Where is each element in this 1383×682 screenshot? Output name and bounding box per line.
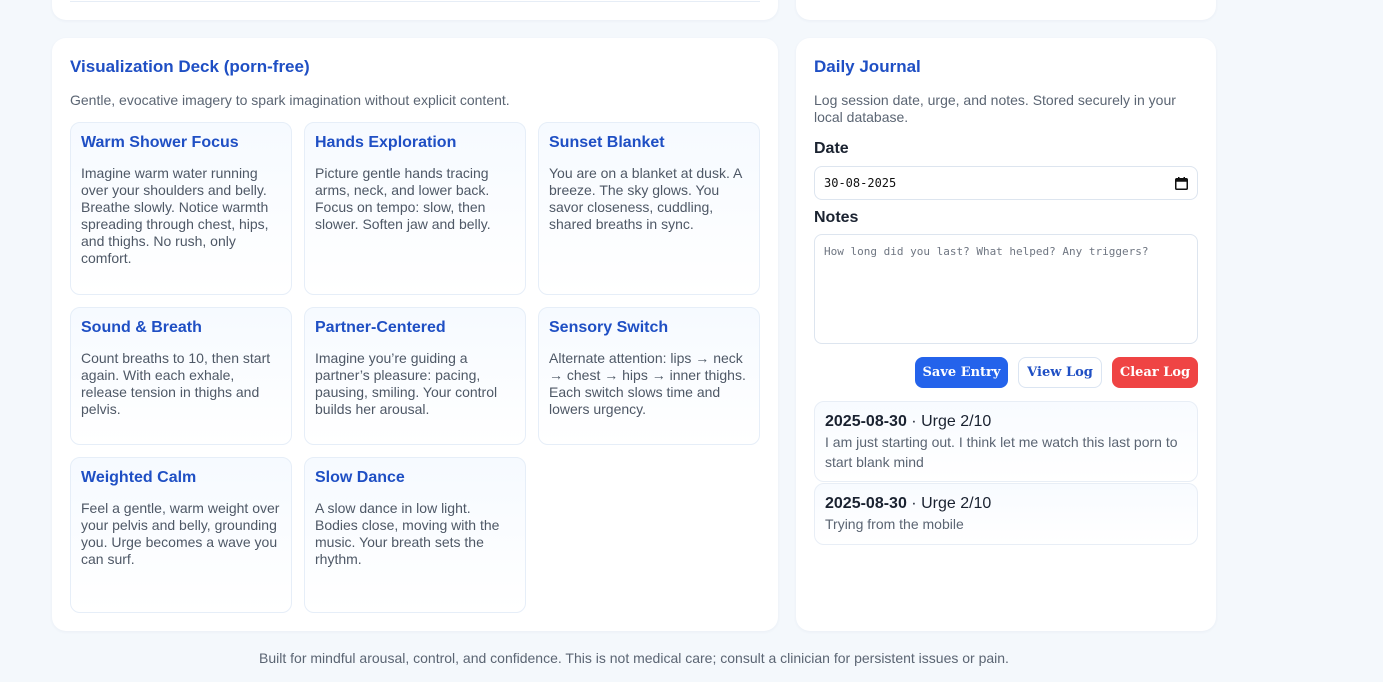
viz-card-title: Partner-Centered xyxy=(315,319,446,336)
viz-card-sensory-switch[interactable]: Sensory Switch Alternate attention: lips… xyxy=(538,307,760,445)
viz-card-text: Imagine you’re guiding a partner’s pleas… xyxy=(315,350,498,417)
footer-disclaimer: Built for mindful arousal, control, and … xyxy=(259,650,1009,666)
visualization-description: Gentle, evocative imagery to spark imagi… xyxy=(70,92,510,108)
entry-date: 2025-08-30 xyxy=(825,413,907,430)
date-value: 30-08-2025 xyxy=(824,176,897,190)
viz-card-text: Count breaths to 10, then start again. W… xyxy=(81,350,271,417)
date-label: Date xyxy=(814,140,849,157)
viz-card-slow-dance[interactable]: Slow Dance A slow dance in low light. Bo… xyxy=(304,457,526,613)
journal-description: Log session date, urge, and notes. Store… xyxy=(814,92,1176,125)
viz-card-hands-exploration[interactable]: Hands Exploration Picture gentle hands t… xyxy=(304,122,526,295)
viz-card-sunset-blanket[interactable]: Sunset Blanket You are on a blanket at d… xyxy=(538,122,760,295)
save-entry-button[interactable]: Save Entry xyxy=(915,357,1008,388)
entry-urge: · Urge 2/10 xyxy=(906,413,992,430)
journal-entry: 2025-08-30 · Urge 2/10 Trying from the m… xyxy=(814,483,1198,545)
viz-card-text: Imagine warm water running over your sho… xyxy=(81,165,269,266)
viz-card-title: Slow Dance xyxy=(315,469,405,486)
notes-textarea[interactable] xyxy=(814,234,1198,344)
entry-urge: · Urge 2/10 xyxy=(906,495,992,512)
viz-card-text: Picture gentle hands tracing arms, neck,… xyxy=(315,165,491,232)
entry-note: I am just starting out. I think let me w… xyxy=(825,434,1178,470)
journal-entry: 2025-08-30 · Urge 2/10 I am just startin… xyxy=(814,401,1198,482)
viz-card-text: You are on a blanket at dusk. A breeze. … xyxy=(549,165,742,232)
previous-panel-left xyxy=(52,0,778,20)
viz-card-text: Feel a gentle, warm weight over your pel… xyxy=(81,500,280,567)
viz-card-partner-centered[interactable]: Partner-Centered Imagine you’re guiding … xyxy=(304,307,526,445)
clear-log-button[interactable]: Clear Log xyxy=(1112,357,1198,388)
viz-card-title: Sensory Switch xyxy=(549,319,669,336)
viz-card-title: Sound & Breath xyxy=(81,319,202,336)
divider xyxy=(70,1,760,2)
viz-card-sound-breath[interactable]: Sound & Breath Count breaths to 10, then… xyxy=(70,307,292,445)
entry-note: Trying from the mobile xyxy=(825,516,964,532)
journal-title: Daily Journal xyxy=(814,57,921,76)
daily-journal-panel: Daily Journal Log session date, urge, an… xyxy=(796,38,1216,631)
previous-panel-right xyxy=(796,0,1216,20)
viz-card-warm-shower[interactable]: Warm Shower Focus Imagine warm water run… xyxy=(70,122,292,295)
entry-header: 2025-08-30 · Urge 2/10 xyxy=(825,494,1187,514)
entry-date: 2025-08-30 xyxy=(825,495,907,512)
visualization-deck-panel: Visualization Deck (porn-free) Gentle, e… xyxy=(52,38,778,631)
viz-card-weighted-calm[interactable]: Weighted Calm Feel a gentle, warm weight… xyxy=(70,457,292,613)
viz-card-title: Sunset Blanket xyxy=(549,134,665,151)
viz-card-text: Alternate attention: lips → neck → chest… xyxy=(549,350,746,417)
calendar-icon[interactable] xyxy=(1175,176,1188,190)
notes-label: Notes xyxy=(814,209,859,226)
viz-card-text: A slow dance in low light. Bodies close,… xyxy=(315,500,500,567)
viz-card-title: Warm Shower Focus xyxy=(81,134,239,151)
view-log-button[interactable]: View Log xyxy=(1018,357,1102,388)
entry-header: 2025-08-30 · Urge 2/10 xyxy=(825,412,1187,432)
viz-card-title: Hands Exploration xyxy=(315,134,457,151)
visualization-title: Visualization Deck (porn-free) xyxy=(70,57,310,76)
date-input[interactable]: 30-08-2025 xyxy=(814,166,1198,200)
viz-card-title: Weighted Calm xyxy=(81,469,197,486)
